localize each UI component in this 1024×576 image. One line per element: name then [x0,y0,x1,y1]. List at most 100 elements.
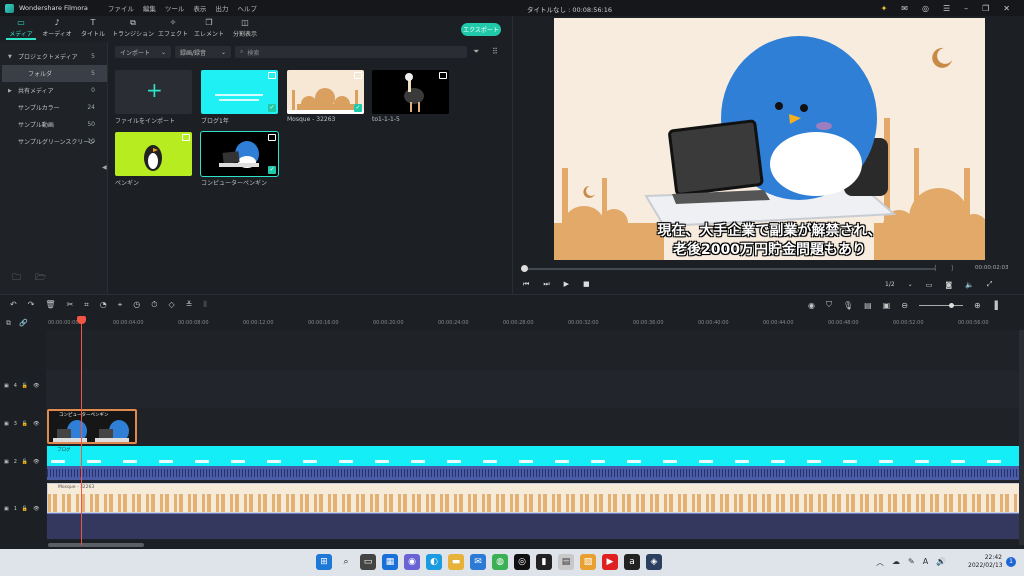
clip-computer-penguin[interactable]: コンピューターペンギン [47,409,137,444]
hamburger-menu-icon[interactable]: ☰ [943,4,950,13]
menu-edit[interactable]: 編集 [143,3,156,13]
task-view-icon[interactable]: ▭ [360,554,376,570]
collapse-panel-icon[interactable]: ◀ [102,164,107,171]
media-thumb-penguin[interactable] [115,132,192,176]
scrubber-knob[interactable] [521,265,528,272]
tab-split-screen[interactable]: ◫ 分割表示 [230,16,260,38]
snapshot-list-icon[interactable]: ▣ [883,301,891,310]
undo-icon[interactable]: ↶ [10,300,17,310]
eye-icon[interactable]: 👁 [33,383,39,389]
teams-chat-icon[interactable]: ◉ [404,554,420,570]
lock-icon[interactable]: 🔓 [22,421,28,427]
amazon-icon[interactable]: a [624,554,640,570]
chrome-browser-icon[interactable]: ◍ [492,554,508,570]
color-icon[interactable]: ◔ [100,300,107,310]
render-icon[interactable]: ◉ [808,301,815,310]
minimize-icon[interactable]: – [964,4,968,13]
add-track-icon[interactable]: ⧉ [6,319,11,328]
export-button[interactable]: エクスポート [461,23,501,36]
cut-icon[interactable]: ✂ [67,300,74,310]
zoom-slider-knob[interactable] [948,302,954,308]
account-icon[interactable]: ◎ [922,4,929,13]
tab-transition[interactable]: ⧉ トランジション [112,16,154,38]
sidebar-item-shared-media[interactable]: ▶ 共有メディア 0 [0,82,107,99]
record-dropdown[interactable]: 録画/録音 ⌄ [175,46,231,58]
notepad-icon[interactable]: ▤ [558,554,574,570]
mail-app-icon[interactable]: ✉ [470,554,486,570]
media-thumb-computer-penguin[interactable]: ✓ [200,131,279,177]
maximize-icon[interactable]: ❐ [982,4,989,13]
menu-tools[interactable]: ツール [165,3,185,13]
snapshot-icon[interactable]: ◙ [945,281,952,289]
menu-file[interactable]: ファイル [108,3,134,13]
lock-icon[interactable]: 🔓 [22,459,28,465]
menu-view[interactable]: 表示 [193,3,206,13]
tab-media[interactable]: ▭ メディア [6,16,36,40]
delete-icon[interactable]: 🗑 [45,300,55,310]
stop-icon[interactable]: ■ [583,280,590,289]
clip-mosque[interactable]: Mosque - 32263 [47,483,1020,513]
notification-badge[interactable]: 1 [1006,557,1016,567]
cloud-icon[interactable]: ☁ [892,557,900,568]
app-icon-dark[interactable]: ◎ [514,554,530,570]
link-icon[interactable]: 🔗 [19,319,28,327]
marker-icon[interactable]: ⛉ [826,300,832,310]
adjust-icon[interactable]: ≚ [186,300,193,310]
sidebar-item-sample-video[interactable]: サンプル動画 50 [0,116,107,133]
horizontal-scrollbar[interactable] [48,543,144,547]
clip-blog-audio[interactable] [47,466,1020,480]
sidebar-item-sample-color[interactable]: サンプルカラー 24 [0,99,107,116]
media-thumb-blog[interactable]: ✓ [201,70,278,114]
menu-output[interactable]: 出力 [215,3,228,13]
speaker-icon[interactable]: 🔊 [936,557,946,568]
sidebar-item-project-media[interactable]: ▼ プロジェクトメディア 5 [0,48,107,65]
lightbulb-icon[interactable]: ✦ [881,4,888,13]
audio-wave-icon[interactable]: ⫴ [203,300,206,310]
crop-icon[interactable]: ⌗ [84,300,89,310]
mail-icon[interactable]: ✉ [901,4,908,13]
lock-icon[interactable]: 🔓 [22,506,28,512]
zoom-slider[interactable] [918,302,963,308]
photos-icon[interactable]: ▧ [580,554,596,570]
media-thumb-to1[interactable] [372,70,449,114]
pause-bars-icon[interactable]: ▐ [992,301,998,310]
menu-help[interactable]: ヘルプ [237,3,257,13]
clip-blog-title[interactable]: ブログ [47,446,1020,466]
windows-start-icon[interactable]: ⊞ [316,554,332,570]
chevron-up-icon[interactable]: ︿ [876,557,884,568]
import-tile[interactable]: + [115,70,192,114]
speed-icon[interactable]: ◷ [133,300,140,310]
folder-outline-icon[interactable]: 🗁 [35,270,46,286]
ime-icon[interactable]: A [923,557,928,568]
widgets-icon[interactable]: ▦ [382,554,398,570]
eye-icon[interactable]: 👁 [33,459,39,465]
tab-audio[interactable]: ♪ オーディオ [42,16,72,38]
diamond-icon[interactable]: ◇ [169,300,175,310]
preview-scrubber[interactable] [521,265,935,272]
sidebar-item-folder[interactable]: フォルダ 5 [2,65,107,82]
redo-icon[interactable]: ↷ [28,300,35,310]
preview-canvas[interactable]: 現在、大手企業で副業が解禁され、 老後2000万円貯金問題もあり [554,18,985,260]
quality-dropdown[interactable]: 1/2 [885,281,895,288]
pen-icon[interactable]: ✎ [908,557,915,568]
volume-icon[interactable]: 🔈 [965,281,974,289]
play-icon[interactable]: ▶ [564,280,569,289]
chevron-down-icon[interactable]: ⌄ [908,281,913,288]
close-icon[interactable]: ✕ [1003,4,1010,13]
tab-title[interactable]: T タイトル [78,16,108,38]
filmora-taskbar-icon[interactable]: ◈ [646,554,662,570]
zoom-in-icon[interactable]: ⊕ [974,301,981,310]
eye-icon[interactable]: 👁 [33,506,39,512]
microphone-icon[interactable]: 🎙 [843,301,853,310]
search-icon[interactable]: ⌕ [338,554,354,570]
tab-effect[interactable]: ✧ エフェクト [158,16,188,38]
media-thumb-mosque[interactable]: ✓ [287,70,364,114]
file-explorer-icon[interactable]: ▬ [448,554,464,570]
display-icon[interactable]: ▭ [926,281,933,289]
grid-view-icon[interactable]: ⠿ [492,47,498,56]
system-clock[interactable]: 22:42 2022/02/13 [968,554,1003,570]
frame-forward-icon[interactable]: ⏭ [543,280,549,289]
playhead-line[interactable] [81,316,82,545]
playhead-handle[interactable] [77,316,86,324]
sidebar-item-sample-greenscreen[interactable]: サンプルグリーンスクリーン 10 [0,133,107,150]
